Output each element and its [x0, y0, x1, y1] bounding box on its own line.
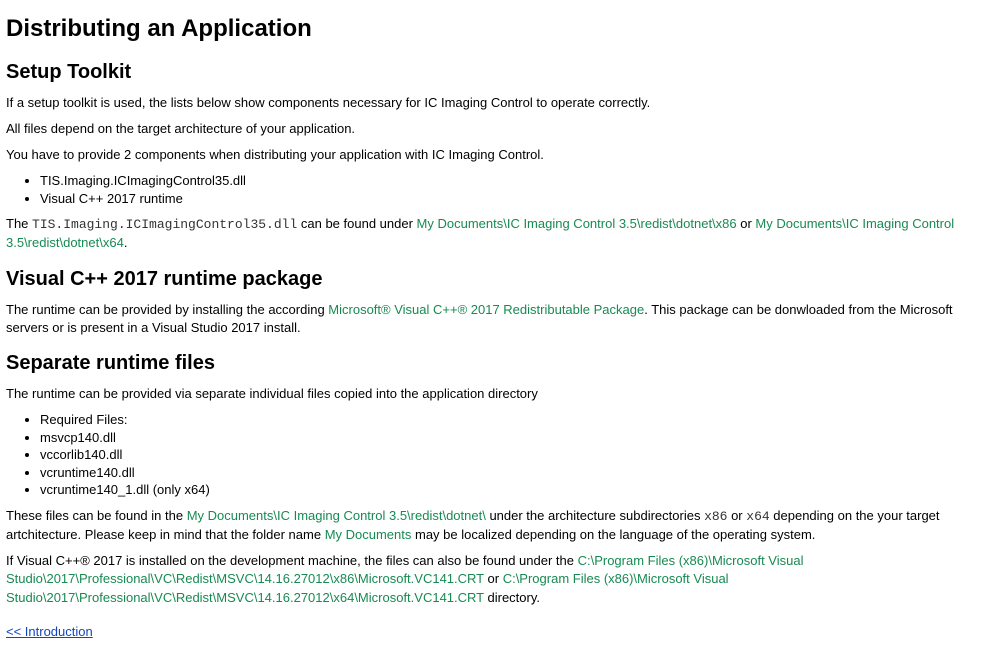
list-item: msvcp140.dll: [40, 429, 993, 447]
section-heading-vc-runtime: Visual C++ 2017 runtime package: [6, 265, 993, 293]
required-files-list: Required Files: msvcp140.dll vccorlib140…: [6, 411, 993, 499]
text: .: [124, 235, 128, 250]
text: may be localized depending on the langua…: [411, 527, 815, 542]
paragraph: If Visual C++® 2017 is installed on the …: [6, 552, 993, 607]
page-title: Distributing an Application: [6, 12, 993, 46]
path-link-redist[interactable]: My Documents\IC Imaging Control 3.5\redi…: [187, 508, 486, 523]
text: under the architecture subdirectories: [486, 508, 704, 523]
link-vc-redist[interactable]: Microsoft® Visual C++® 2017 Redistributa…: [328, 302, 644, 317]
nav-prev-link[interactable]: << Introduction: [6, 624, 93, 639]
list-item: Required Files:: [40, 411, 993, 429]
text: or: [484, 571, 503, 586]
path-link-mydocs[interactable]: My Documents: [325, 527, 412, 542]
section-heading-setup-toolkit: Setup Toolkit: [6, 58, 993, 86]
text: The: [6, 216, 32, 231]
text: or: [727, 508, 746, 523]
text: If Visual C++® 2017 is installed on the …: [6, 553, 578, 568]
list-item: vccorlib140.dll: [40, 446, 993, 464]
text: The runtime can be provided by installin…: [6, 302, 328, 317]
text: or: [737, 216, 756, 231]
list-item: vcruntime140.dll: [40, 464, 993, 482]
paragraph: If a setup toolkit is used, the lists be…: [6, 94, 993, 112]
text: can be found under: [297, 216, 416, 231]
code-dll-name: TIS.Imaging.ICImagingControl35.dll: [32, 217, 297, 232]
text: These files can be found in the: [6, 508, 187, 523]
list-item: vcruntime140_1.dll (only x64): [40, 481, 993, 499]
code-arch-x64: x64: [746, 509, 769, 524]
paragraph: The runtime can be provided via separate…: [6, 385, 993, 403]
paragraph: All files depend on the target architect…: [6, 120, 993, 138]
code-arch-x86: x86: [704, 509, 727, 524]
paragraph: The runtime can be provided by installin…: [6, 301, 993, 337]
paragraph: These files can be found in the My Docum…: [6, 507, 993, 544]
path-link-x86[interactable]: My Documents\IC Imaging Control 3.5\redi…: [417, 216, 737, 231]
text: directory.: [484, 590, 540, 605]
paragraph: You have to provide 2 components when di…: [6, 146, 993, 164]
list-item: Visual C++ 2017 runtime: [40, 190, 993, 208]
paragraph: The TIS.Imaging.ICImagingControl35.dll c…: [6, 215, 993, 252]
list-item: TIS.Imaging.ICImagingControl35.dll: [40, 172, 993, 190]
component-list: TIS.Imaging.ICImagingControl35.dll Visua…: [6, 172, 993, 207]
section-heading-separate-files: Separate runtime files: [6, 349, 993, 377]
